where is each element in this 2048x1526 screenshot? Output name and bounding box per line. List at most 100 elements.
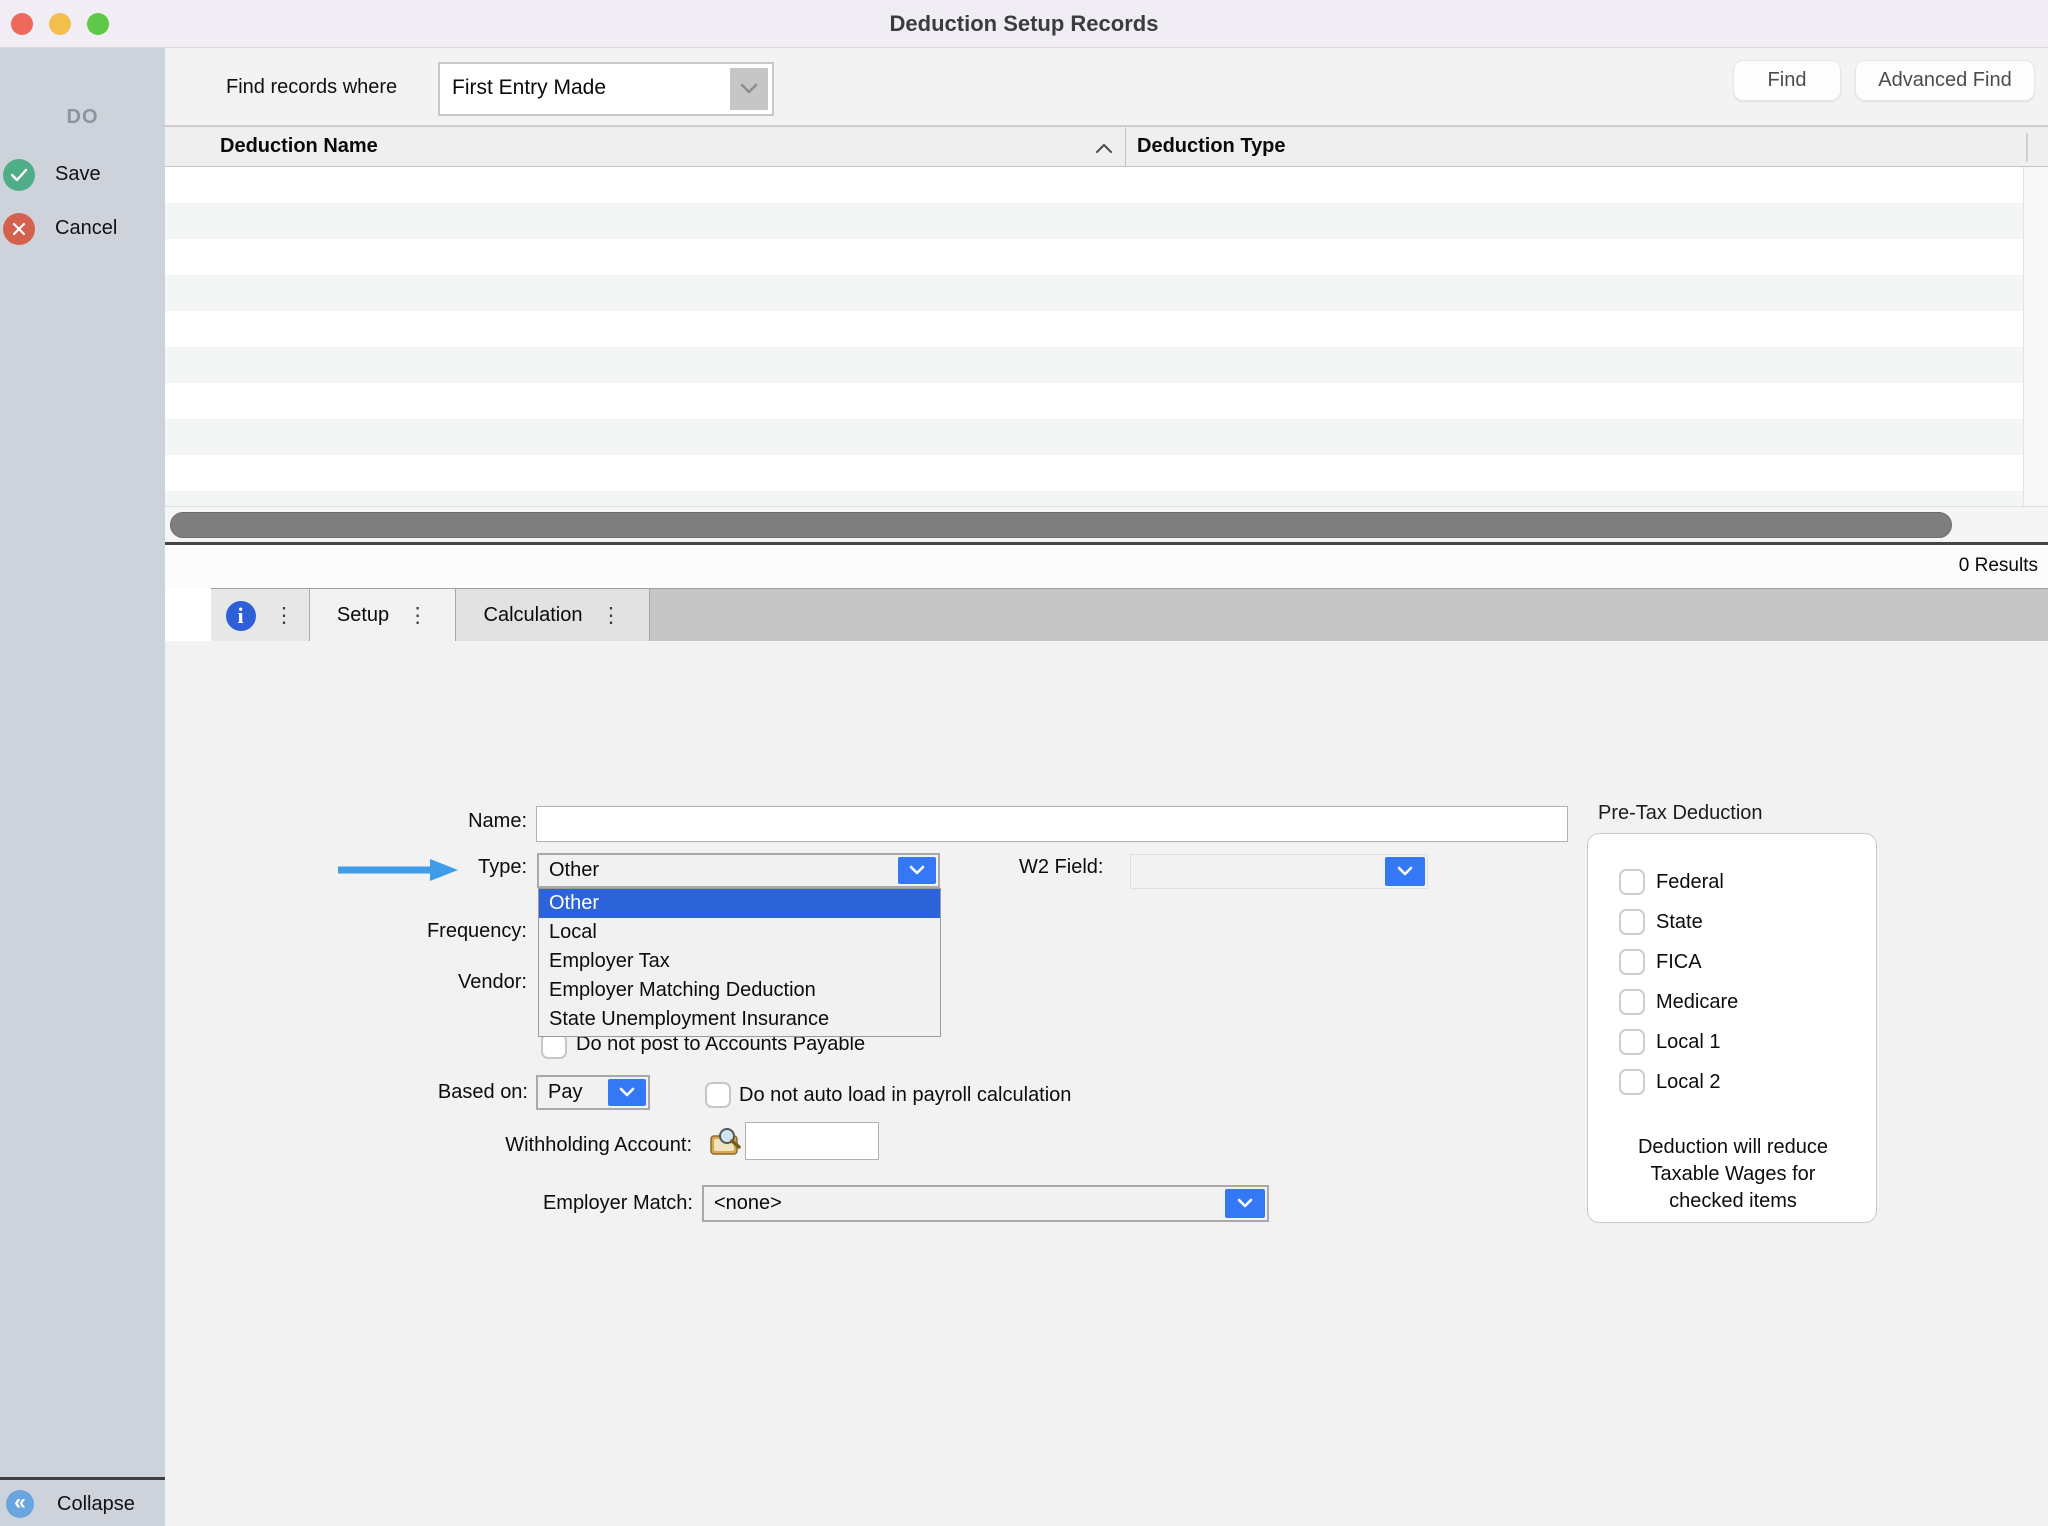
chevron-down-icon — [730, 68, 768, 110]
type-option-employer-matching[interactable]: Employer Matching Deduction — [539, 976, 940, 1005]
save-check-icon — [3, 159, 35, 191]
find-records-where-label: Find records where — [226, 76, 397, 99]
collapse-chevron-icon: « — [6, 1490, 34, 1518]
cancel-button[interactable]: Cancel — [0, 213, 165, 247]
auto-load-checkbox[interactable] — [705, 1082, 731, 1108]
type-option-other[interactable]: Other — [539, 889, 940, 918]
local1-checkbox[interactable] — [1619, 1029, 1645, 1055]
table-row — [165, 347, 2023, 383]
type-option-state-unemployment[interactable]: State Unemployment Insurance — [539, 1005, 940, 1034]
tab-info[interactable]: i ⋮ — [211, 589, 310, 642]
table-row — [165, 239, 2023, 275]
find-button[interactable]: Find — [1733, 60, 1841, 101]
state-label: State — [1656, 911, 1703, 934]
state-checkbox[interactable] — [1619, 909, 1645, 935]
close-window-button[interactable] — [11, 13, 33, 35]
fica-checkbox[interactable] — [1619, 949, 1645, 975]
column-divider — [1125, 127, 1126, 168]
info-icon: i — [226, 601, 256, 631]
tab-bar: i ⋮ Setup ⋮ Calculation ⋮ — [165, 588, 2048, 641]
based-on-value: Pay — [548, 1081, 582, 1104]
chevron-down-icon — [1225, 1189, 1265, 1218]
cancel-x-icon — [3, 213, 35, 245]
pretax-note: Deduction will reduce Taxable Wages for … — [1588, 1134, 1878, 1215]
table-row — [165, 383, 2023, 419]
tab-menu-icon[interactable]: ⋮ — [600, 603, 621, 628]
type-select[interactable]: Other — [537, 853, 940, 888]
pretax-deduction-panel: Federal State FICA Medicare Local 1 Loca… — [1587, 833, 1877, 1223]
table-header: Deduction Name Deduction Type — [165, 126, 2048, 167]
advanced-find-button[interactable]: Advanced Find — [1855, 60, 2035, 101]
table-row — [165, 203, 2023, 239]
based-on-select[interactable]: Pay — [536, 1075, 650, 1110]
horizontal-scrollbar-thumb[interactable] — [170, 512, 1952, 538]
column-header-deduction-name[interactable]: Deduction Name — [220, 135, 378, 158]
type-option-local[interactable]: Local — [539, 918, 940, 947]
tab-setup-label: Setup — [337, 604, 389, 627]
chevron-down-icon — [608, 1079, 646, 1106]
tab-menu-icon[interactable]: ⋮ — [274, 603, 295, 628]
find-field-select[interactable]: First Entry Made — [438, 62, 774, 116]
frequency-label: Frequency: — [327, 920, 527, 943]
chevron-down-icon — [1385, 857, 1425, 886]
name-label: Name: — [327, 810, 527, 833]
table-body — [165, 167, 2048, 506]
withholding-account-label: Withholding Account: — [392, 1134, 692, 1157]
employer-match-label: Employer Match: — [393, 1192, 693, 1215]
vertical-scrollbar-gutter[interactable] — [2023, 167, 2048, 506]
tab-strip: i ⋮ Setup ⋮ Calculation ⋮ — [211, 588, 2048, 641]
auto-load-label: Do not auto load in payroll calculation — [739, 1084, 1071, 1107]
based-on-label: Based on: — [328, 1081, 528, 1104]
cancel-button-label: Cancel — [55, 217, 117, 240]
table-row — [165, 419, 2023, 455]
vendor-label: Vendor: — [327, 971, 527, 994]
local2-label: Local 2 — [1656, 1071, 1721, 1094]
employer-match-select[interactable]: <none> — [702, 1185, 1269, 1222]
fica-label: FICA — [1656, 951, 1702, 974]
w2-field-select[interactable] — [1130, 854, 1428, 889]
name-input[interactable] — [536, 806, 1568, 842]
withholding-account-input[interactable] — [745, 1122, 879, 1160]
tab-menu-icon[interactable]: ⋮ — [407, 603, 428, 628]
table-row — [165, 167, 2023, 203]
table-row — [165, 311, 2023, 347]
title-bar: Deduction Setup Records — [0, 0, 2048, 48]
collapse-label: Collapse — [57, 1493, 135, 1516]
sidebar-header: DO — [0, 106, 165, 129]
employer-match-value: <none> — [714, 1192, 782, 1215]
results-bar: 0 Results — [165, 545, 2048, 588]
account-lookup-icon[interactable] — [708, 1126, 742, 1158]
pretax-deduction-title: Pre-Tax Deduction — [1598, 802, 1763, 825]
table-row — [165, 455, 2023, 491]
medicare-label: Medicare — [1656, 991, 1738, 1014]
zoom-window-button[interactable] — [87, 13, 109, 35]
medicare-checkbox[interactable] — [1619, 989, 1645, 1015]
window-controls — [0, 0, 109, 48]
table-row — [165, 275, 2023, 311]
page-title: Deduction Setup Records — [890, 11, 1159, 37]
chevron-down-icon — [898, 857, 936, 884]
sidebar: DO Save Cancel — [0, 48, 165, 1477]
column-divider-right — [2026, 133, 2028, 162]
save-button-label: Save — [55, 163, 101, 186]
local2-checkbox[interactable] — [1619, 1069, 1645, 1095]
sort-ascending-icon — [1095, 141, 1113, 159]
tab-setup[interactable]: Setup ⋮ — [310, 589, 456, 642]
type-select-value: Other — [549, 859, 599, 882]
type-option-employer-tax[interactable]: Employer Tax — [539, 947, 940, 976]
horizontal-scrollbar-track[interactable] — [165, 506, 2048, 542]
column-header-deduction-type[interactable]: Deduction Type — [1137, 135, 1286, 158]
tab-calculation-label: Calculation — [484, 604, 583, 627]
federal-label: Federal — [1656, 871, 1724, 894]
local1-label: Local 1 — [1656, 1031, 1721, 1054]
minimize-window-button[interactable] — [49, 13, 71, 35]
tab-calculation[interactable]: Calculation ⋮ — [456, 589, 650, 642]
w2-field-label: W2 Field: — [1019, 856, 1103, 879]
save-button[interactable]: Save — [0, 159, 165, 193]
type-dropdown-list: Other Local Employer Tax Employer Matchi… — [538, 888, 941, 1037]
federal-checkbox[interactable] — [1619, 869, 1645, 895]
find-field-value: First Entry Made — [452, 76, 606, 100]
results-count: 0 Results — [1959, 555, 2038, 577]
type-label: Type: — [327, 856, 527, 879]
find-bar: Find records where First Entry Made Find… — [165, 48, 2048, 126]
